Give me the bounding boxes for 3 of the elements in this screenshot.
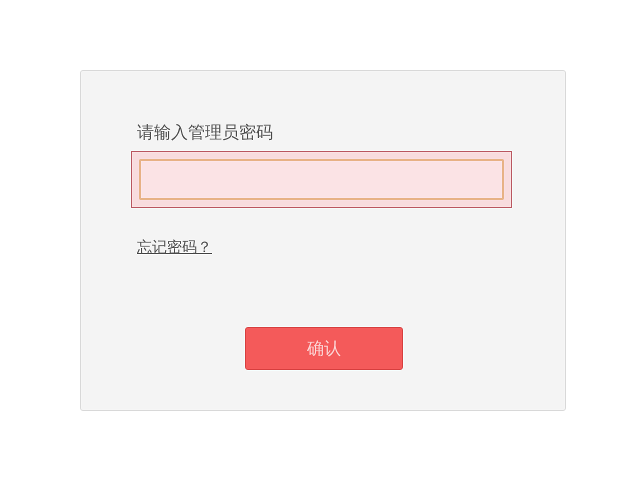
password-field[interactable]: [131, 151, 512, 208]
password-label: 请输入管理员密码: [137, 122, 274, 145]
forgot-password-link[interactable]: 忘记密码？: [137, 238, 212, 257]
